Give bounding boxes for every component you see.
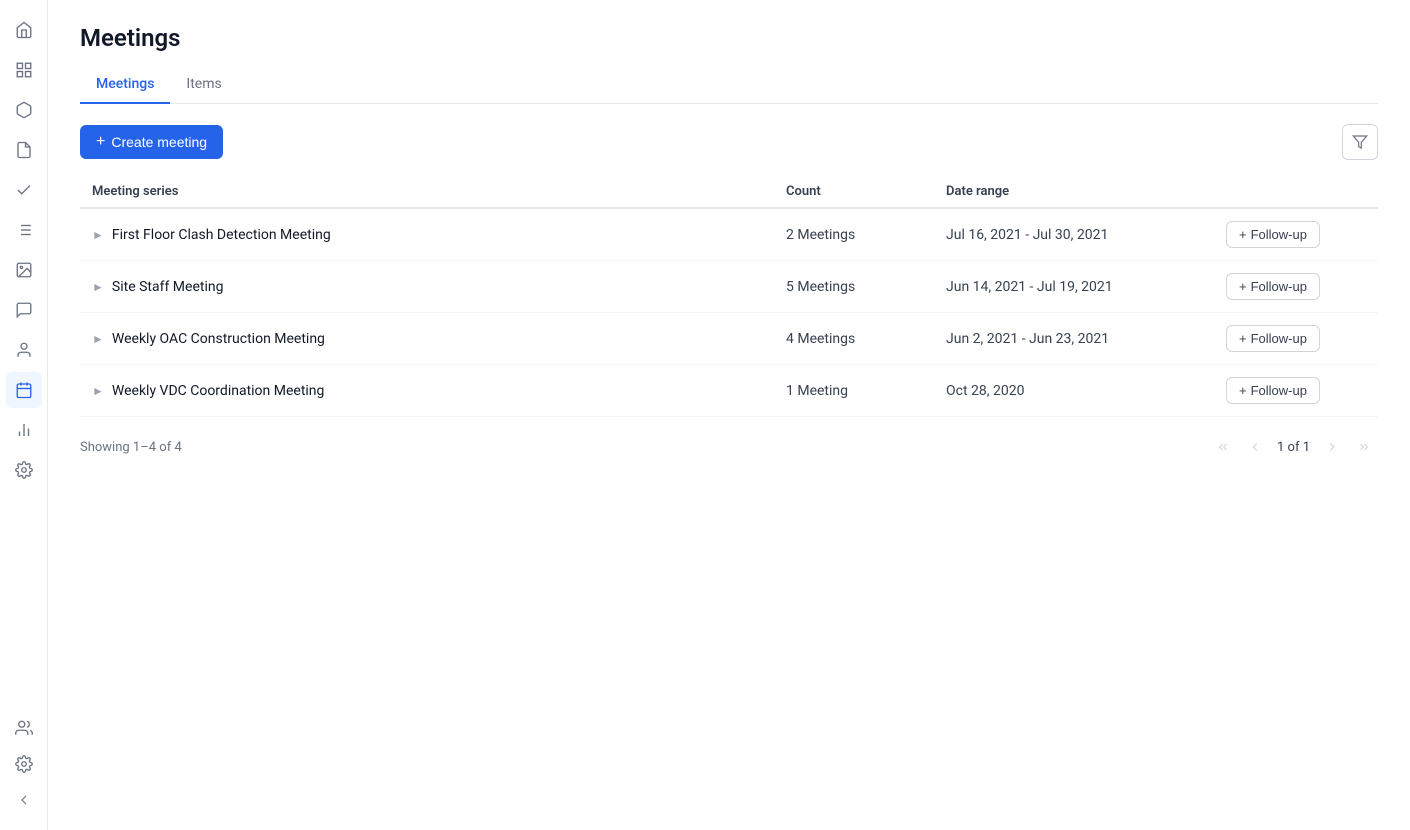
- row-date-3: Jun 2, 2021 - Jun 23, 2021: [946, 331, 1226, 347]
- sidebar-item-box[interactable]: [6, 92, 42, 128]
- sidebar-item-checkmark[interactable]: [6, 172, 42, 208]
- filter-button[interactable]: [1342, 124, 1378, 160]
- row-name-4: ► Weekly VDC Coordination Meeting: [92, 383, 786, 399]
- followup-button-2[interactable]: + Follow-up: [1226, 273, 1320, 300]
- table-header: Meeting series Count Date range: [80, 176, 1378, 209]
- plus-icon-followup-1: +: [1239, 227, 1247, 242]
- row-name-3: ► Weekly OAC Construction Meeting: [92, 331, 786, 347]
- col-header-meeting-series: Meeting series: [92, 184, 786, 199]
- showing-text: Showing 1–4 of 4: [80, 440, 182, 455]
- page-title: Meetings: [80, 24, 1378, 52]
- sidebar: [0, 0, 48, 830]
- row-action-3: + Follow-up: [1226, 325, 1366, 352]
- row-name-2: ► Site Staff Meeting: [92, 279, 786, 295]
- pagination-prev[interactable]: [1241, 433, 1269, 461]
- sidebar-item-image[interactable]: [6, 252, 42, 288]
- sidebar-item-list[interactable]: [6, 212, 42, 248]
- followup-label-1: Follow-up: [1251, 227, 1307, 242]
- row-date-4: Oct 28, 2020: [946, 383, 1226, 399]
- row-action-2: + Follow-up: [1226, 273, 1366, 300]
- sidebar-item-meetings[interactable]: [6, 372, 42, 408]
- followup-button-1[interactable]: + Follow-up: [1226, 221, 1320, 248]
- row-count-3: 4 Meetings: [786, 331, 946, 347]
- plus-icon-followup-3: +: [1239, 331, 1247, 346]
- sidebar-item-cog[interactable]: [6, 452, 42, 488]
- row-date-2: Jun 14, 2021 - Jul 19, 2021: [946, 279, 1226, 295]
- meeting-name-3: Weekly OAC Construction Meeting: [112, 331, 325, 347]
- table-row: ► Weekly VDC Coordination Meeting 1 Meet…: [80, 365, 1378, 417]
- expand-icon-1[interactable]: ►: [92, 228, 104, 242]
- col-header-count: Count: [786, 184, 946, 199]
- plus-icon: +: [96, 133, 105, 151]
- followup-button-3[interactable]: + Follow-up: [1226, 325, 1320, 352]
- row-count-1: 2 Meetings: [786, 227, 946, 243]
- col-header-action: [1226, 184, 1366, 199]
- pagination: 1 of 1: [1209, 433, 1378, 461]
- plus-icon-followup-2: +: [1239, 279, 1247, 294]
- sidebar-item-document[interactable]: [6, 132, 42, 168]
- table-row: ► Site Staff Meeting 5 Meetings Jun 14, …: [80, 261, 1378, 313]
- pagination-next[interactable]: [1318, 433, 1346, 461]
- sidebar-item-team[interactable]: [6, 710, 42, 746]
- create-meeting-button[interactable]: + Create meeting: [80, 125, 223, 159]
- table-row: ► Weekly OAC Construction Meeting 4 Meet…: [80, 313, 1378, 365]
- sidebar-item-grid[interactable]: [6, 52, 42, 88]
- row-name-1: ► First Floor Clash Detection Meeting: [92, 227, 786, 243]
- row-action-4: + Follow-up: [1226, 377, 1366, 404]
- meeting-name-4: Weekly VDC Coordination Meeting: [112, 383, 325, 399]
- toolbar: + Create meeting: [80, 124, 1378, 160]
- meetings-table: Meeting series Count Date range ► First …: [80, 176, 1378, 806]
- row-count-4: 1 Meeting: [786, 383, 946, 399]
- plus-icon-followup-4: +: [1239, 383, 1247, 398]
- page-info: 1 of 1: [1273, 440, 1314, 455]
- expand-icon-4[interactable]: ►: [92, 384, 104, 398]
- meeting-name-2: Site Staff Meeting: [112, 279, 224, 295]
- expand-icon-3[interactable]: ►: [92, 332, 104, 346]
- followup-label-4: Follow-up: [1251, 383, 1307, 398]
- tab-items[interactable]: Items: [170, 68, 237, 104]
- pagination-first[interactable]: [1209, 433, 1237, 461]
- row-date-1: Jul 16, 2021 - Jul 30, 2021: [946, 227, 1226, 243]
- main-content: Meetings Meetings Items + Create meeting…: [48, 0, 1410, 830]
- tabs: Meetings Items: [80, 68, 1378, 104]
- meeting-name-1: First Floor Clash Detection Meeting: [112, 227, 331, 243]
- followup-label-3: Follow-up: [1251, 331, 1307, 346]
- create-meeting-label: Create meeting: [111, 134, 207, 150]
- pagination-last[interactable]: [1350, 433, 1378, 461]
- filter-icon: [1352, 134, 1368, 150]
- followup-button-4[interactable]: + Follow-up: [1226, 377, 1320, 404]
- sidebar-item-person[interactable]: [6, 332, 42, 368]
- expand-icon-2[interactable]: ►: [92, 280, 104, 294]
- sidebar-collapse-button[interactable]: [6, 782, 42, 818]
- tab-meetings[interactable]: Meetings: [80, 68, 170, 104]
- sidebar-item-comment[interactable]: [6, 292, 42, 328]
- sidebar-item-settings[interactable]: [6, 746, 42, 782]
- sidebar-item-chart[interactable]: [6, 412, 42, 448]
- row-action-1: + Follow-up: [1226, 221, 1366, 248]
- table-row: ► First Floor Clash Detection Meeting 2 …: [80, 209, 1378, 261]
- col-header-date-range: Date range: [946, 184, 1226, 199]
- table-footer: Showing 1–4 of 4 1 of 1: [80, 417, 1378, 461]
- followup-label-2: Follow-up: [1251, 279, 1307, 294]
- row-count-2: 5 Meetings: [786, 279, 946, 295]
- sidebar-item-home[interactable]: [6, 12, 42, 48]
